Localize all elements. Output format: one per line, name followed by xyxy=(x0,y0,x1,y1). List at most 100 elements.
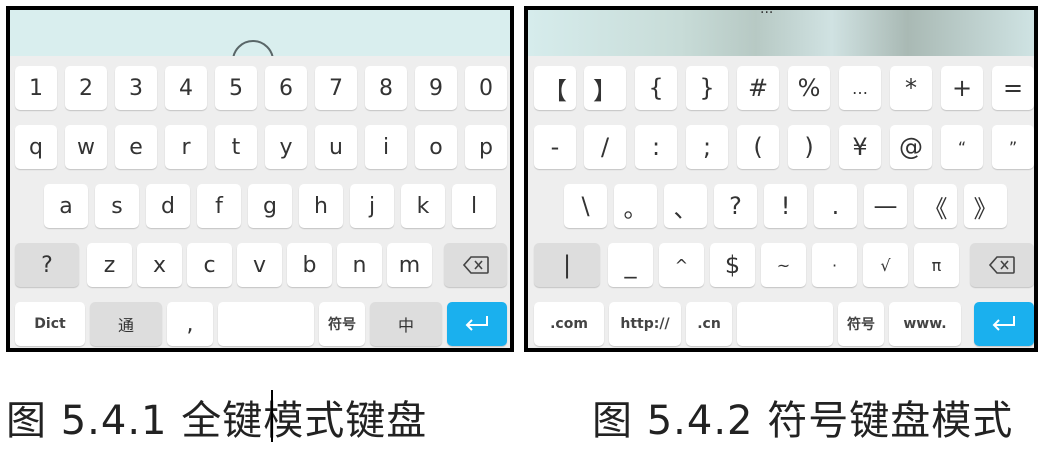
symbols-key[interactable]: 符号 xyxy=(838,302,884,346)
key-period[interactable]: . xyxy=(814,184,857,228)
key-g[interactable]: g xyxy=(248,184,292,228)
key-semicolon[interactable]: ; xyxy=(686,125,728,169)
key-plus[interactable]: + xyxy=(941,66,983,110)
key-underscore[interactable]: _ xyxy=(608,243,653,287)
enter-key[interactable] xyxy=(447,302,507,346)
backspace-icon xyxy=(462,256,489,274)
www-key[interactable]: www. xyxy=(889,302,961,346)
backspace-icon xyxy=(989,256,1015,274)
key-u[interactable]: u xyxy=(315,125,357,169)
key-hyphen[interactable]: - xyxy=(534,125,576,169)
key-f[interactable]: f xyxy=(197,184,241,228)
top-bar: ... xyxy=(528,10,1034,56)
key-quote-right[interactable]: ” xyxy=(992,125,1034,169)
key-d[interactable]: d xyxy=(146,184,190,228)
key-sqrt[interactable]: √ xyxy=(863,243,908,287)
figure-caption-right: 图 5.4.2 符号键盘模式 xyxy=(592,398,1014,444)
dotcn-key[interactable]: .cn xyxy=(686,302,732,346)
key-6[interactable]: 6 xyxy=(265,66,307,110)
key-5[interactable]: 5 xyxy=(215,66,257,110)
key-ideographic-period[interactable]: 。 xyxy=(614,184,657,228)
top-bar-title: ... xyxy=(760,10,773,17)
key-pipe[interactable]: | xyxy=(534,243,600,287)
key-a[interactable]: a xyxy=(44,184,88,228)
key-question[interactable]: ? xyxy=(714,184,757,228)
key-tilde[interactable]: ~ xyxy=(761,243,806,287)
key-j[interactable]: j xyxy=(350,184,394,228)
key-q[interactable]: q xyxy=(15,125,57,169)
key-x[interactable]: x xyxy=(137,243,182,287)
key-o[interactable]: o xyxy=(415,125,457,169)
key-paren-right[interactable]: ) xyxy=(788,125,830,169)
key-s[interactable]: s xyxy=(95,184,139,228)
key-4[interactable]: 4 xyxy=(165,66,207,110)
key-pi[interactable]: π xyxy=(914,243,959,287)
key-dash[interactable]: — xyxy=(864,184,907,228)
dotcom-key[interactable]: .com xyxy=(534,302,604,346)
key-ideographic-comma[interactable]: 、 xyxy=(664,184,707,228)
key-dollar[interactable]: $ xyxy=(710,243,755,287)
enter-icon xyxy=(992,316,1015,331)
key-percent[interactable]: % xyxy=(788,66,830,110)
key-2[interactable]: 2 xyxy=(65,66,107,110)
space-key[interactable] xyxy=(218,302,314,346)
key-k[interactable]: k xyxy=(401,184,445,228)
key-guillemet-right[interactable]: 》 xyxy=(964,184,1007,228)
key-slash[interactable]: / xyxy=(584,125,626,169)
chinese-key[interactable]: 中 xyxy=(370,302,442,346)
key-exclamation[interactable]: ! xyxy=(764,184,807,228)
key-h[interactable]: h xyxy=(299,184,343,228)
key-7[interactable]: 7 xyxy=(315,66,357,110)
key-w[interactable]: w xyxy=(65,125,107,169)
key-middle-dot[interactable]: · xyxy=(812,243,857,287)
key-8[interactable]: 8 xyxy=(365,66,407,110)
symbols-key[interactable]: 符号 xyxy=(319,302,365,346)
key-brace-right[interactable]: } xyxy=(686,66,728,110)
key-quote-left[interactable]: “ xyxy=(941,125,983,169)
key-hash[interactable]: # xyxy=(737,66,779,110)
key-question[interactable]: ? xyxy=(15,243,79,287)
key-guillemet-left[interactable]: 《 xyxy=(914,184,957,228)
key-i[interactable]: i xyxy=(365,125,407,169)
key-colon[interactable]: : xyxy=(635,125,677,169)
key-n[interactable]: n xyxy=(337,243,382,287)
http-key[interactable]: http:// xyxy=(609,302,681,346)
key-9[interactable]: 9 xyxy=(415,66,457,110)
symbol-keyboard-panel: ... 【 】 { } # % … * + = - / : ; ( ) ¥ @ … xyxy=(524,6,1038,352)
key-1[interactable]: 1 xyxy=(15,66,57,110)
key-caret[interactable]: ^ xyxy=(659,243,704,287)
enter-icon xyxy=(465,316,488,331)
key-brace-left[interactable]: { xyxy=(635,66,677,110)
text-cursor xyxy=(271,390,273,442)
key-r[interactable]: r xyxy=(165,125,207,169)
key-lenticular-right[interactable]: 】 xyxy=(584,66,626,110)
key-ellipsis[interactable]: … xyxy=(839,66,881,110)
key-z[interactable]: z xyxy=(87,243,132,287)
key-asterisk[interactable]: * xyxy=(890,66,932,110)
key-equals[interactable]: = xyxy=(992,66,1034,110)
enter-key[interactable] xyxy=(974,302,1034,346)
key-c[interactable]: c xyxy=(187,243,232,287)
key-m[interactable]: m xyxy=(387,243,432,287)
delete-key[interactable] xyxy=(444,243,507,287)
tong-key[interactable]: 通 xyxy=(90,302,162,346)
key-paren-left[interactable]: ( xyxy=(737,125,779,169)
key-l[interactable]: l xyxy=(452,184,496,228)
key-t[interactable]: t xyxy=(215,125,257,169)
key-0[interactable]: 0 xyxy=(465,66,507,110)
dict-key[interactable]: Dict xyxy=(15,302,85,346)
key-p[interactable]: p xyxy=(465,125,507,169)
key-y[interactable]: y xyxy=(265,125,307,169)
top-bar xyxy=(10,10,510,56)
key-lenticular-left[interactable]: 【 xyxy=(534,66,576,110)
delete-key[interactable] xyxy=(970,243,1034,287)
key-backslash[interactable]: \ xyxy=(564,184,607,228)
key-e[interactable]: e xyxy=(115,125,157,169)
key-v[interactable]: v xyxy=(237,243,282,287)
space-key[interactable] xyxy=(737,302,833,346)
key-at[interactable]: @ xyxy=(890,125,932,169)
key-b[interactable]: b xyxy=(287,243,332,287)
key-3[interactable]: 3 xyxy=(115,66,157,110)
key-yen[interactable]: ¥ xyxy=(839,125,881,169)
comma-key[interactable]: , xyxy=(167,302,213,346)
